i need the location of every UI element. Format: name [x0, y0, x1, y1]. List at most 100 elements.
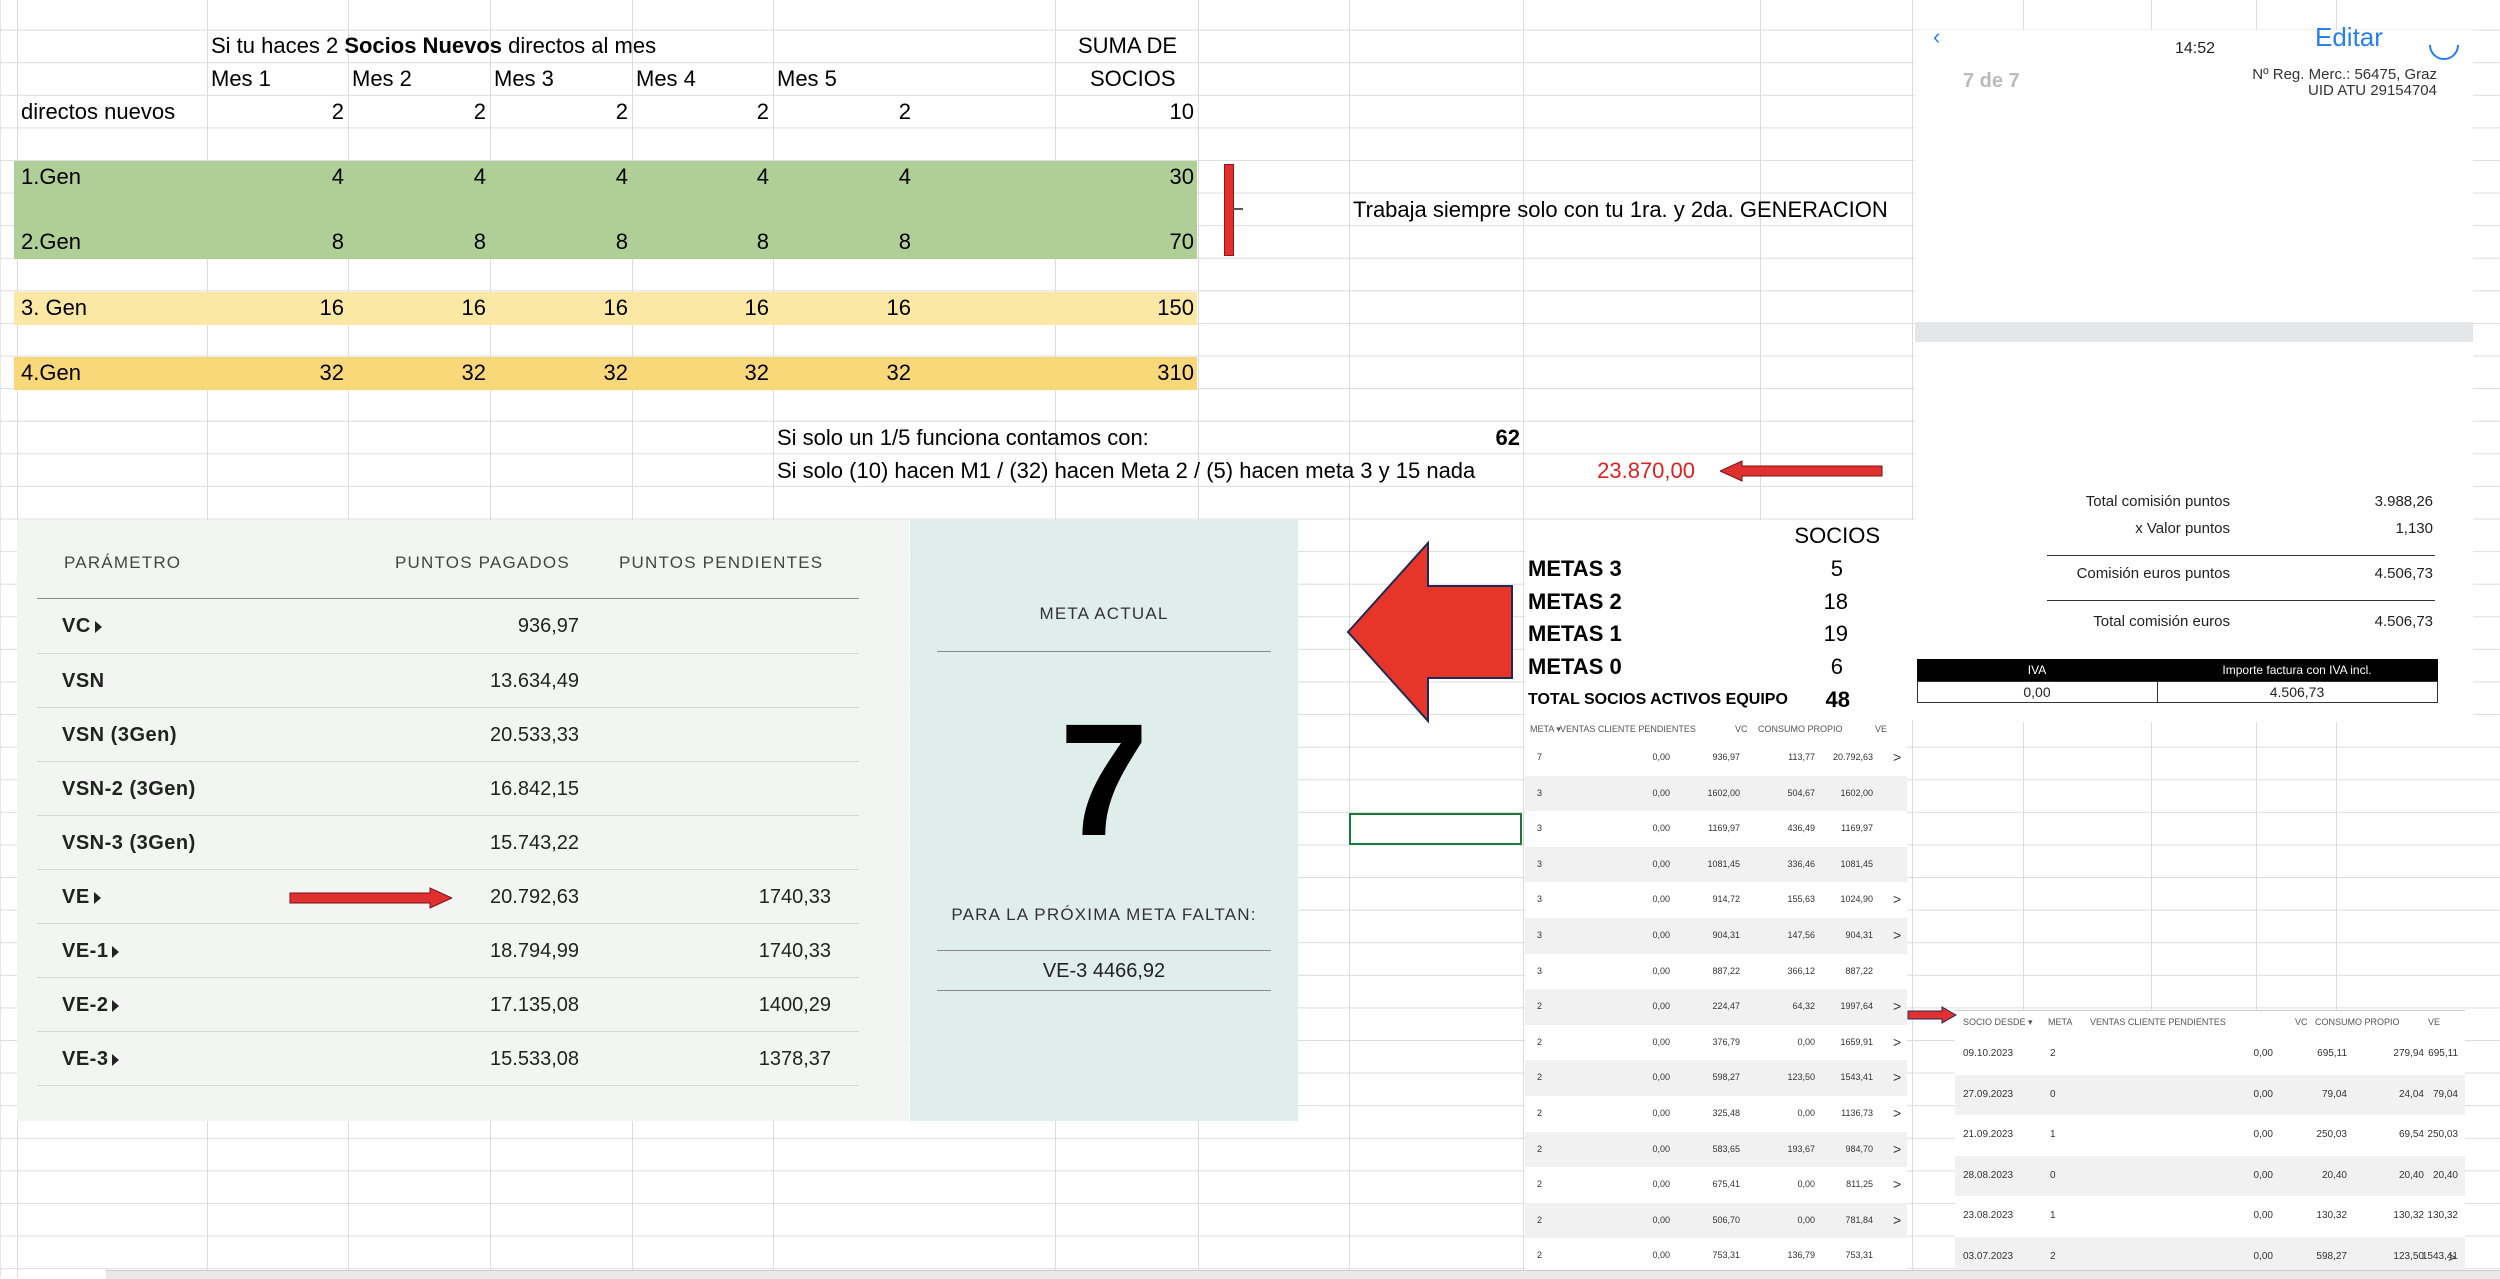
table-cell: 3 [1537, 894, 1543, 905]
expand-triangle-icon[interactable] [112, 945, 120, 958]
table-row: 21.09.2023 1 0,00 250,03 69,54 250,03 [1955, 1115, 2465, 1156]
table-cell: 1659,91 [1840, 1036, 1873, 1047]
pending-value: 1400,29 [758, 994, 831, 1016]
table-row[interactable]: 2 0,00 224,47 64,32 1997,64 > [1525, 989, 1907, 1025]
pending-value: 1740,33 [758, 886, 831, 908]
table-cell: 23.08.2023 [1963, 1210, 2014, 1221]
table-cell: 130,32 [2393, 1210, 2424, 1221]
expand-triangle-icon[interactable] [93, 891, 101, 904]
param-label: VSN-3 (3Gen) [62, 832, 196, 854]
cell-value: 32 [744, 360, 769, 385]
table-cell: 69,54 [2398, 1129, 2424, 1140]
table-cell: 0,00 [1797, 1108, 1815, 1118]
param-label: VE-2 [62, 978, 120, 1032]
col-header: VENTAS CLIENTE PENDIENTES [1560, 724, 1696, 734]
table-cell: 09.10.2023 [1963, 1048, 2014, 1059]
table-cell: 0,00 [1652, 1214, 1670, 1225]
meta-actual-card: META ACTUAL 7 PARA LA PRÓXIMA META FALTA… [910, 520, 1298, 1121]
param-row-ve1[interactable]: VE-1 18.794,99 1740,33 [37, 923, 859, 978]
table-row: 2 0,00 753,31 136,79 753,31 [1525, 1238, 1907, 1274]
table-cell: 27.09.2023 [1963, 1088, 2014, 1100]
table-cell: 904,31 [1845, 930, 1873, 940]
table-cell: 3 [1537, 787, 1543, 798]
table-cell: 3 [1537, 823, 1543, 834]
table-cell: 123,50 [1787, 1072, 1815, 1083]
paid-value: 20.533,33 [490, 724, 579, 746]
one-fifth-text: Si solo un 1/5 funciona contamos con: [777, 425, 1149, 450]
row-gen4: 4.Gen 32 32 32 32 32 310 [0, 357, 1200, 389]
table-cell: 0 [2050, 1088, 2056, 1100]
chevron-right-icon: > [1893, 927, 1902, 943]
invoice-line-label: Total comisión puntos [2085, 493, 2230, 510]
cell-value: 2 [756, 99, 769, 124]
row-gen2: 2.Gen 8 8 8 8 8 70 [0, 226, 1200, 258]
expand-triangle-icon[interactable] [112, 999, 120, 1012]
points-panel: PARÁMETRO PUNTOS PAGADOS PUNTOS PENDIENT… [17, 520, 909, 1121]
table-cell: 130,32 [2316, 1210, 2347, 1221]
col-param-header: PARÁMETRO [64, 553, 182, 572]
table-cell: 0,00 [1652, 752, 1670, 762]
param-row-ve3[interactable]: VE-3 15.533,08 1378,37 [37, 1031, 859, 1086]
paid-value: 16.842,15 [490, 778, 579, 800]
table-cell: 1024,90 [1840, 894, 1873, 905]
table-row[interactable]: 2 0,00 598,27 123,50 1543,41 > [1525, 1060, 1907, 1096]
status-time: 14:52 [2175, 40, 2216, 57]
table-cell: 1081,45 [1707, 858, 1740, 869]
table-cell: 0,00 [2253, 1088, 2273, 1100]
pending-value: 1740,33 [758, 940, 831, 962]
col-header: VE [2428, 1017, 2441, 1027]
param-row-ve2[interactable]: VE-2 17.135,08 1400,29 [37, 977, 859, 1032]
table-cell: 64,32 [1792, 1001, 1815, 1012]
paid-value: 18.794,99 [490, 940, 579, 962]
back-icon[interactable]: ‹ [1933, 24, 1940, 50]
table-cell: 936,97 [1712, 752, 1740, 762]
edit-button[interactable]: Editar [2315, 22, 2383, 53]
param-row-ve[interactable]: VE 20.792,63 1740,33 [37, 869, 859, 924]
table-cell: 2 [1537, 1214, 1543, 1225]
expand-triangle-icon[interactable] [112, 1053, 120, 1066]
table-cell: 811,25 [1846, 1179, 1873, 1190]
table-cell: 0,00 [1652, 1143, 1670, 1154]
table-row[interactable]: 2 0,00 583,65 193,67 984,70 > [1525, 1131, 1907, 1168]
cell-value: 2 [615, 99, 628, 124]
table-cell: 0,00 [1652, 1036, 1670, 1047]
table-row[interactable]: 3 0,00 914,72 155,63 1024,90 > [1525, 882, 1907, 918]
table-row[interactable]: 7 0,00 936,97 113,77 20.792,63 > [1525, 740, 1907, 776]
table-cell: 0,00 [1652, 858, 1670, 869]
table-row[interactable]: 3 0,00 904,31 147,56 904,31 > [1525, 918, 1907, 954]
table-row[interactable]: 2 0,00 376,79 0,00 1659,91 > [1525, 1024, 1907, 1061]
cell-total: 30 [1169, 164, 1194, 189]
table-cell: 504,67 [1787, 787, 1815, 798]
param-row-vsn3: VSN-3 (3Gen) 15.743,22 [37, 815, 859, 870]
table-cell: 2 [1537, 1001, 1543, 1012]
table-cell: 2 [1537, 1179, 1543, 1190]
generation-bracket [1224, 164, 1234, 256]
table-row[interactable]: 2 0,00 325,48 0,00 1136,73 > [1525, 1096, 1907, 1132]
table-cell: 1602,00 [1840, 787, 1873, 798]
invoice-line-label: x Valor puntos [2135, 520, 2230, 537]
table-cell: 2 [2050, 1048, 2056, 1059]
table-cell: 20,40 [2432, 1169, 2458, 1181]
table-row[interactable]: 2 0,00 506,70 0,00 781,84 > [1525, 1202, 1907, 1239]
table-cell: 436,49 [1787, 823, 1815, 834]
table-cell: 1602,00 [1707, 787, 1740, 798]
cell-value: 32 [603, 360, 628, 385]
cell-value: 16 [886, 295, 911, 320]
reg-line-1: Nº Reg. Merc.: 56475, Graz [2252, 66, 2437, 83]
chevron-right-icon: > [1893, 1069, 1902, 1086]
cell-value: 8 [331, 229, 344, 254]
expand-triangle-icon[interactable] [94, 620, 102, 633]
table-cell: 7 [1537, 752, 1543, 762]
table-cell: 0,00 [1652, 1179, 1670, 1190]
col-header[interactable]: SOCIO DESDE ▾ [1963, 1017, 2033, 1028]
chevron-right-icon: > [1893, 1140, 1902, 1157]
table-row[interactable]: 2 0,00 675,41 0,00 811,25 > [1525, 1167, 1907, 1203]
month-header: Mes 2 [352, 66, 412, 91]
cell-value: 4 [473, 164, 486, 189]
col-header[interactable]: META ▾ [1530, 724, 1561, 735]
meta-actual-value: 7 [1059, 690, 1149, 869]
table-row: 3 0,00 1081,45 336,46 1081,45 [1525, 846, 1907, 883]
param-row-vc[interactable]: VC 936,97 [37, 599, 859, 653]
table-cell: 2 [1537, 1108, 1543, 1118]
selected-cell[interactable] [1349, 813, 1522, 845]
